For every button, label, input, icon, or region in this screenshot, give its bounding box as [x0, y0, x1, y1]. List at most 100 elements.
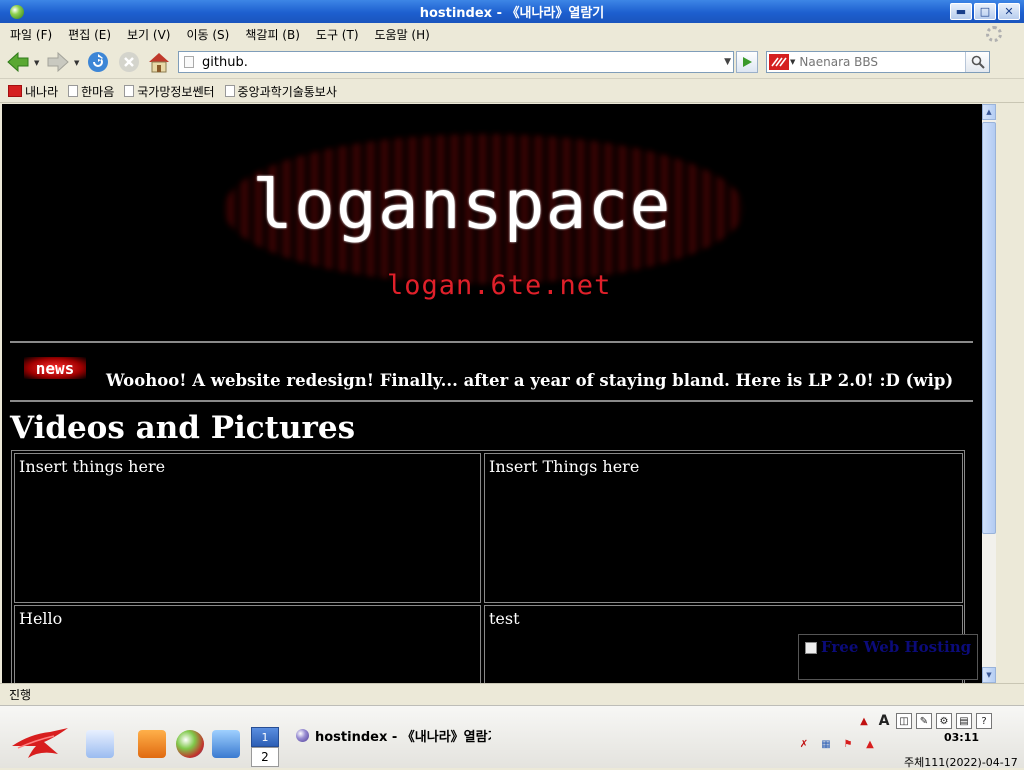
news-badge: news — [24, 357, 86, 379]
back-history-dropdown-icon[interactable]: ▼ — [34, 59, 39, 67]
red-star-logo-icon — [12, 728, 68, 758]
forward-history-dropdown-icon[interactable]: ▼ — [74, 59, 79, 67]
engine-dropdown-icon[interactable]: ▼ — [790, 58, 795, 66]
browser-launcher-icon[interactable] — [176, 730, 204, 758]
table-cell: Insert Things here — [484, 453, 963, 603]
menu-edit[interactable]: 편집 (E) — [62, 26, 117, 43]
divider — [10, 400, 973, 402]
url-history-dropdown-icon[interactable]: ▼ — [724, 57, 731, 67]
home-button[interactable] — [147, 50, 171, 74]
naenara-favicon-icon — [8, 85, 22, 97]
system-tray: ✗ ▦ ⚑ ▲ — [796, 736, 878, 752]
menu-help[interactable]: 도움말 (H) — [369, 26, 436, 43]
go-button[interactable] — [736, 51, 758, 73]
scroll-thumb[interactable] — [982, 122, 996, 534]
tools-icon[interactable]: ⚙ — [936, 713, 952, 729]
naenara-logo-icon — [771, 57, 787, 67]
site-banner: loganspace logan.6te.net — [2, 104, 982, 342]
forward-button[interactable] — [46, 50, 70, 74]
stop-button[interactable] — [117, 50, 141, 74]
free-web-hosting-link[interactable]: Free Web Hosting — [821, 638, 971, 656]
volume-muted-icon[interactable]: ✗ — [796, 736, 812, 752]
search-bar[interactable]: ▼ — [766, 51, 990, 73]
section-title: Videos and Pictures — [10, 410, 356, 446]
window-titlebar: hostindex - 《내나라》열람기 ▬ □ ✕ — [0, 0, 1024, 23]
page-icon — [68, 85, 79, 97]
font-icon[interactable]: A — [876, 713, 892, 729]
site-url: logan.6te.net — [387, 270, 612, 301]
table-cell: Insert things here — [14, 453, 481, 603]
document-icon[interactable]: ▤ — [956, 713, 972, 729]
bookmark-label: 국가망정보쎈터 — [137, 84, 215, 99]
help-icon[interactable]: ? — [976, 713, 992, 729]
workspace-1[interactable]: 1 — [251, 727, 279, 747]
window-title: hostindex - 《내나라》열람기 — [419, 6, 605, 21]
search-engine-icon[interactable] — [769, 54, 789, 70]
page-icon — [124, 85, 135, 97]
menu-view[interactable]: 보기 (V) — [121, 26, 176, 43]
clock[interactable]: 03:11 — [944, 731, 979, 744]
search-button[interactable] — [965, 52, 989, 72]
flame-tray-icon[interactable]: ▲ — [862, 736, 878, 752]
notepad-icon[interactable]: ✎ — [916, 713, 932, 729]
media-player-icon[interactable] — [212, 730, 240, 758]
go-arrow-icon — [743, 57, 752, 67]
stop-icon — [119, 52, 139, 72]
bookmark-naenara[interactable]: 내나라 — [8, 83, 58, 100]
news-text: Woohoo! A website redesign! Finally... a… — [106, 371, 954, 390]
workspace-2[interactable]: 2 — [251, 747, 279, 767]
task-hostindex[interactable]: hostindex - 《내나라》열람기 — [296, 726, 491, 745]
reload-button[interactable] — [86, 50, 110, 74]
bookmark-national-network-center[interactable]: 국가망정보쎈터 — [124, 83, 215, 100]
menu-file[interactable]: 파일 (F) — [4, 26, 58, 43]
home-icon — [149, 53, 169, 73]
vertical-scrollbar[interactable]: ▲ ▼ — [982, 104, 996, 683]
flame-icon[interactable]: ▲ — [856, 713, 872, 729]
window-split-icon[interactable]: ◫ — [896, 713, 912, 729]
forward-arrow-icon — [47, 51, 69, 73]
bookmark-label: 내나라 — [25, 84, 59, 99]
throbber-icon — [986, 26, 1002, 42]
minimize-button[interactable]: ▬ — [950, 3, 972, 20]
menu-tools[interactable]: 도구 (T) — [310, 26, 365, 43]
divider — [10, 341, 973, 343]
table-cell: Hello — [14, 605, 481, 683]
reload-icon — [88, 52, 108, 72]
bookmark-label: 중앙과학기술통보사 — [237, 84, 337, 99]
menu-go[interactable]: 이동 (S) — [180, 26, 235, 43]
status-bar: 진행 — [0, 683, 1024, 705]
navigation-toolbar: ▼ ▼ ▼ ▼ — [0, 45, 1024, 79]
status-text: 진행 — [9, 688, 32, 702]
maximize-button[interactable]: □ — [974, 3, 996, 20]
flag-icon[interactable]: ⚑ — [840, 736, 856, 752]
bookmark-hanmaeum[interactable]: 한마음 — [68, 83, 114, 100]
url-input[interactable] — [202, 54, 702, 70]
text-editor-icon[interactable] — [86, 730, 114, 758]
scroll-up-icon[interactable]: ▲ — [982, 104, 996, 120]
bookmark-central-science-news[interactable]: 중앙과학기술통보사 — [224, 83, 337, 100]
search-input[interactable] — [799, 55, 960, 69]
site-title: loganspace — [252, 166, 672, 245]
page-icon — [184, 56, 194, 68]
menu-bookmarks[interactable]: 책갈피 (B) — [239, 26, 306, 43]
file-manager-icon[interactable] — [138, 730, 166, 758]
workspace-pager: 1 2 — [251, 727, 281, 769]
window-edge — [996, 104, 1024, 683]
hosting-ad: Free Web Hosting — [798, 634, 978, 680]
menu-bar: 파일 (F) 편집 (E) 보기 (V) 이동 (S) 책갈피 (B) 도구 (… — [0, 23, 1024, 45]
close-button[interactable]: ✕ — [998, 3, 1020, 20]
start-menu-button[interactable] — [10, 724, 72, 764]
taskbar: 1 2 hostindex - 《내나라》열람기 ▲ A ◫ ✎ ⚙ ▤ ? ✗… — [0, 705, 1024, 769]
magnifier-icon — [971, 55, 985, 69]
back-button[interactable] — [6, 50, 30, 74]
broken-image-icon — [805, 642, 817, 654]
network-icon[interactable]: ▦ — [818, 736, 834, 752]
page-content: loganspace logan.6te.net news Woohoo! A … — [2, 104, 982, 683]
address-bar[interactable]: ▼ — [178, 51, 734, 73]
task-title: hostindex - 《내나라》열람기 — [315, 730, 491, 745]
back-arrow-icon — [7, 51, 29, 73]
scroll-down-icon[interactable]: ▼ — [982, 667, 996, 683]
bookmarks-toolbar: 내나라 한마음 국가망정보쎈터 중앙과학기술통보사 — [0, 80, 1024, 103]
quick-launch-tray: ▲ A ◫ ✎ ⚙ ▤ ? — [850, 710, 1024, 732]
page-icon — [224, 85, 235, 97]
